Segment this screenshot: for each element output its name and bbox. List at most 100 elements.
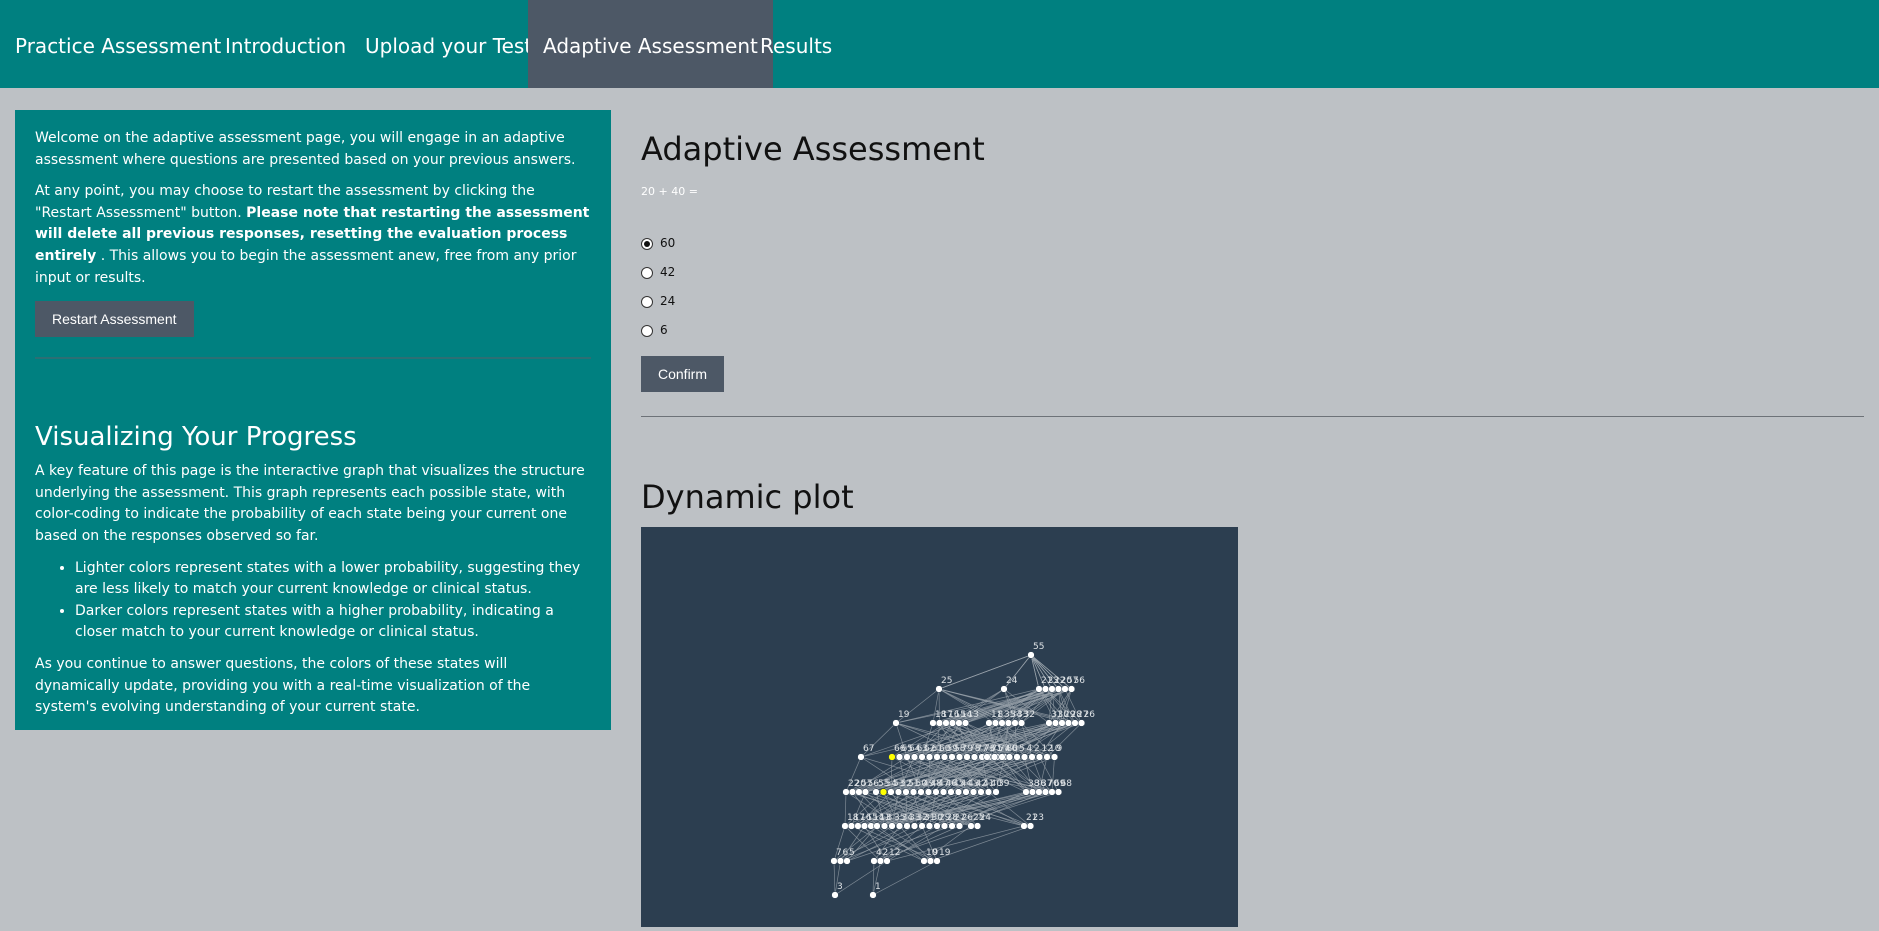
state-node[interactable] — [925, 753, 934, 761]
nav-practice-assessment[interactable]: Practice Assessment — [0, 0, 236, 88]
state-node[interactable] — [920, 857, 928, 865]
state-node[interactable] — [830, 857, 838, 865]
state-node[interactable] — [1064, 719, 1073, 727]
state-node[interactable] — [873, 822, 881, 830]
state-node[interactable] — [992, 788, 1000, 796]
state-node[interactable] — [955, 719, 963, 727]
state-node[interactable] — [1041, 788, 1050, 796]
state-node[interactable] — [843, 857, 851, 865]
state-node[interactable] — [932, 788, 940, 796]
state-node[interactable] — [955, 753, 964, 761]
state-node[interactable] — [940, 753, 949, 761]
state-node[interactable] — [854, 822, 862, 830]
state-node[interactable] — [940, 822, 949, 830]
state-node[interactable] — [910, 822, 919, 830]
state-node[interactable] — [1041, 685, 1050, 693]
state-node[interactable] — [870, 857, 878, 865]
state-node[interactable] — [973, 822, 982, 830]
state-node[interactable] — [1020, 753, 1029, 761]
state-node[interactable] — [910, 753, 919, 761]
state-node[interactable] — [903, 822, 911, 830]
state-node[interactable] — [948, 822, 956, 830]
state-node[interactable] — [948, 753, 956, 761]
confirm-button[interactable]: Confirm — [641, 356, 725, 392]
state-node[interactable] — [1051, 719, 1060, 727]
nav-upload-test[interactable]: Upload your Test — [350, 0, 547, 88]
state-node[interactable] — [955, 822, 964, 830]
state-node[interactable] — [847, 822, 856, 830]
state-node[interactable] — [1050, 753, 1059, 761]
state-node[interactable] — [1022, 788, 1030, 796]
state-node[interactable] — [861, 788, 870, 796]
state-node[interactable] — [1054, 788, 1063, 796]
state-node[interactable] — [1000, 685, 1008, 693]
state-node[interactable] — [998, 753, 1006, 761]
state-node[interactable] — [848, 788, 857, 796]
state-node[interactable] — [977, 788, 985, 796]
nav-introduction[interactable]: Introduction — [210, 0, 361, 88]
state-node[interactable] — [902, 788, 910, 796]
state-node[interactable] — [969, 788, 978, 796]
state-node[interactable] — [855, 788, 863, 796]
state-node[interactable] — [962, 788, 970, 796]
state-node[interactable] — [991, 719, 1000, 727]
state-node[interactable] — [942, 719, 950, 727]
state-node[interactable] — [888, 822, 896, 830]
state-node[interactable] — [883, 857, 891, 865]
state-node[interactable] — [998, 719, 1006, 727]
state-node[interactable] — [967, 822, 975, 830]
answer-option-24[interactable]: 24 — [641, 292, 675, 310]
state-node[interactable] — [869, 891, 877, 899]
nav-adaptive-assessment[interactable]: Adaptive Assessment — [528, 0, 773, 88]
state-graph[interactable]: 3 17 6 5 4 2 12 109 19181716151413118 35343332313… — [641, 527, 1238, 927]
answer-option-6[interactable]: 6 — [641, 321, 668, 339]
state-node[interactable] — [1017, 719, 1026, 727]
answer-option-42[interactable]: 42 — [641, 263, 675, 281]
state-node[interactable] — [990, 753, 999, 761]
state-node[interactable] — [1048, 788, 1056, 796]
state-node[interactable] — [929, 719, 937, 727]
state-node[interactable] — [1071, 719, 1079, 727]
state-node[interactable] — [961, 719, 970, 727]
state-node[interactable] — [917, 788, 925, 796]
state-node[interactable] — [1020, 822, 1028, 830]
state-node[interactable] — [935, 685, 943, 693]
state-node[interactable] — [947, 788, 955, 796]
radio-button[interactable] — [641, 324, 653, 337]
state-node[interactable] — [895, 753, 904, 761]
state-node[interactable] — [1054, 685, 1063, 693]
state-node[interactable] — [925, 822, 934, 830]
state-node[interactable] — [924, 788, 933, 796]
state-node[interactable] — [933, 857, 941, 865]
state-node[interactable] — [1028, 788, 1037, 796]
state-node[interactable] — [1011, 719, 1019, 727]
state-node[interactable] — [983, 753, 991, 761]
state-node[interactable] — [831, 891, 839, 899]
state-node[interactable] — [1077, 719, 1086, 727]
state-node[interactable] — [860, 822, 869, 830]
state-node[interactable] — [909, 788, 918, 796]
state-node[interactable] — [954, 788, 963, 796]
state-node[interactable] — [1043, 753, 1051, 761]
state-node[interactable] — [888, 753, 896, 761]
state-node[interactable] — [903, 753, 911, 761]
state-node[interactable] — [1028, 753, 1036, 761]
dynamic-plot-panel[interactable]: 3 1 7 6 5 4 2 12 10 9 19 18 17 16 15 14 13 11 8 35 34 33 32 31 3… — [641, 527, 1238, 927]
state-node[interactable] — [887, 788, 895, 796]
state-node[interactable] — [926, 857, 935, 865]
state-node[interactable] — [895, 822, 904, 830]
state-node[interactable] — [1005, 753, 1014, 761]
state-node[interactable] — [933, 753, 941, 761]
state-node[interactable] — [857, 753, 865, 761]
nav-results[interactable]: Results — [745, 0, 847, 88]
state-node[interactable] — [894, 788, 903, 796]
state-node[interactable] — [841, 822, 849, 830]
state-node[interactable] — [1004, 719, 1013, 727]
state-node[interactable] — [918, 753, 926, 761]
state-node[interactable] — [1026, 822, 1035, 830]
state-node[interactable] — [963, 753, 971, 761]
state-node[interactable] — [879, 788, 888, 796]
state-node[interactable] — [876, 857, 885, 865]
answer-option-60[interactable]: 60 — [641, 234, 675, 252]
state-node[interactable] — [970, 753, 979, 761]
